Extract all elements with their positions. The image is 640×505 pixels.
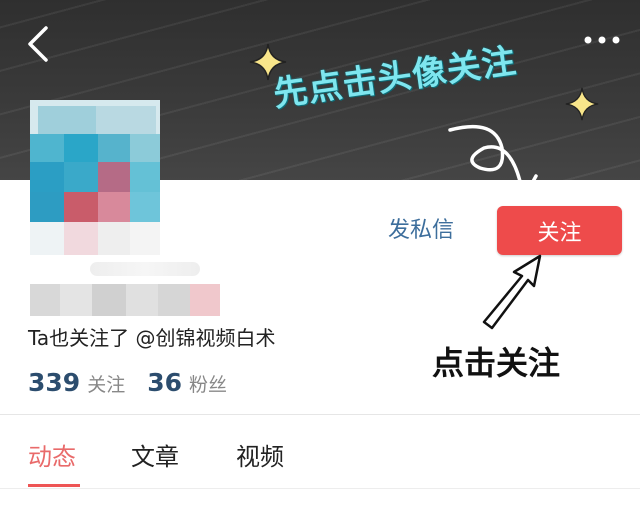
username-blurred	[30, 284, 220, 316]
blurred-subtitle	[90, 262, 200, 276]
back-button[interactable]	[18, 22, 62, 66]
tab-videos[interactable]: 视频	[236, 437, 284, 472]
active-tab-indicator	[28, 484, 80, 487]
curly-arrow-icon	[448, 124, 538, 180]
more-button[interactable]	[580, 28, 628, 52]
up-arrow-icon	[482, 254, 542, 330]
more-dots-icon	[584, 36, 620, 44]
followers-count[interactable]: 36 粉丝	[147, 368, 227, 397]
sparkle-icon	[565, 87, 599, 121]
mutual-follow-text: Ta也关注了 @创锦视频白术	[28, 326, 276, 350]
chevron-left-icon	[28, 26, 48, 62]
avatar[interactable]	[30, 100, 160, 255]
tab-articles[interactable]: 文章	[131, 437, 179, 472]
annotation-tap-follow: 点击关注	[432, 344, 561, 382]
follow-button-label: 关注	[537, 220, 582, 246]
followers-count-label: 粉丝	[189, 374, 228, 396]
tab-posts[interactable]: 动态	[28, 437, 76, 472]
follow-button[interactable]: 关注	[497, 206, 622, 255]
followers-count-value: 36	[147, 368, 182, 397]
profile-stats: 339 关注 36 粉丝	[28, 368, 249, 397]
content-tabs: 动态 文章 视频	[0, 415, 640, 487]
send-message-button[interactable]: 发私信	[388, 214, 454, 248]
following-count-label: 关注	[87, 374, 126, 396]
following-count-value: 339	[28, 368, 81, 397]
following-count[interactable]: 339 关注	[28, 368, 125, 397]
divider	[0, 488, 640, 489]
